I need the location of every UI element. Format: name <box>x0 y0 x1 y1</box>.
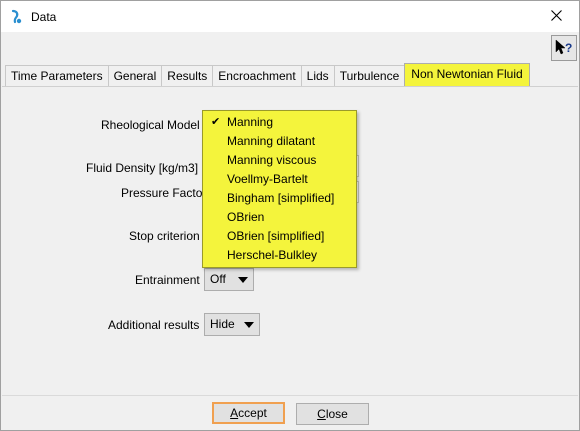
stop-criterion-label: Stop criterion <box>129 229 200 243</box>
dropdown-option-obrien[interactable]: OBrien <box>203 208 356 227</box>
title-bar: Data <box>1 1 579 32</box>
tab-general[interactable]: General <box>107 65 163 86</box>
tab-lids[interactable]: Lids <box>300 65 335 86</box>
context-help-button[interactable]: ? <box>551 35 577 61</box>
dropdown-option-manning-dilatant[interactable]: Manning dilatant <box>203 132 356 151</box>
chevron-down-icon <box>244 322 254 328</box>
additional-results-label: Additional results <box>108 318 200 332</box>
tab-non-newtonian-fluid[interactable]: Non Newtonian Fluid <box>404 63 530 86</box>
tab-encroachment[interactable]: Encroachment <box>212 65 302 86</box>
close-button[interactable]: Close <box>296 403 369 425</box>
context-help-icon: ? <box>555 38 573 58</box>
additional-results-select[interactable]: Hide <box>204 313 260 336</box>
pressure-factor-label: Pressure Factor <box>121 186 207 200</box>
toolbar <box>1 32 579 64</box>
dropdown-option-herschel-bulkley[interactable]: Herschel-Bulkley <box>203 246 356 265</box>
check-icon: ✔ <box>211 116 221 128</box>
dropdown-option-voellmy-bartelt[interactable]: Voellmy-Bartelt <box>203 170 356 189</box>
drop-icon <box>10 9 24 25</box>
dropdown-option-obrien-simplified[interactable]: OBrien [simplified] <box>203 227 356 246</box>
chevron-down-icon <box>238 277 248 283</box>
dropdown-option-manning-viscous[interactable]: Manning viscous <box>203 151 356 170</box>
rheological-model-dropdown: ✔ Manning Manning dilatant Manning visco… <box>202 110 357 268</box>
dropdown-option-manning[interactable]: ✔ Manning <box>203 113 356 132</box>
rheological-model-label: Rheological Model <box>101 118 200 132</box>
close-icon <box>550 9 562 24</box>
dialog-footer <box>2 395 578 430</box>
fluid-density-label: Fluid Density [kg/m3] <box>86 161 199 175</box>
close-window-button[interactable] <box>533 1 579 32</box>
dropdown-option-bingham-simplified[interactable]: Bingham [simplified] <box>203 189 356 208</box>
accept-button[interactable]: Accept <box>212 402 285 424</box>
entrainment-label: Entrainment <box>135 273 200 287</box>
tab-strip: Time Parameters General Results Encroach… <box>5 63 530 86</box>
svg-text:?: ? <box>565 41 572 55</box>
tab-results[interactable]: Results <box>161 65 214 86</box>
additional-results-value: Hide <box>210 317 235 331</box>
data-dialog: Data ? Time Parameters General Results E… <box>0 0 580 431</box>
tab-turbulence[interactable]: Turbulence <box>333 65 406 86</box>
entrainment-value: Off <box>210 272 226 286</box>
window-title: Data <box>31 10 57 24</box>
entrainment-select[interactable]: Off <box>204 268 254 291</box>
tab-time-parameters[interactable]: Time Parameters <box>5 65 109 86</box>
